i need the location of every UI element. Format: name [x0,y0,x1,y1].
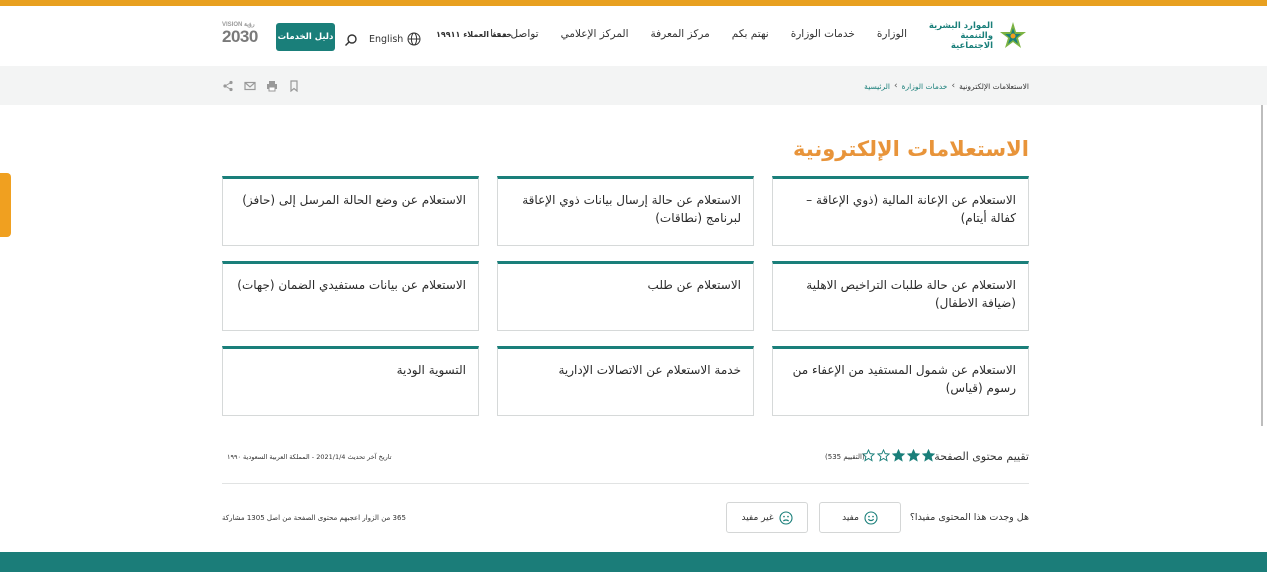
email-icon[interactable] [244,80,256,92]
vision-2030-logo[interactable]: VISION رؤية 2030 [222,21,266,55]
logo-text: الموارد البشرية والتنمية الاجتماعية [928,21,993,51]
helpful-question: هل وجدت هذا المحتوى مفيدا؟ [909,512,1029,523]
services-guide-button[interactable]: دليل الخدمات [276,23,335,51]
service-card[interactable]: الاستعلام عن حالة إرسال بيانات ذوي الإعا… [497,176,754,246]
rating-count: (التقييم 535) [825,453,865,461]
service-card[interactable]: الاستعلام عن الإعانة المالية (ذوي الإعاق… [772,176,1029,246]
breadcrumb: الرئيسية › خدمات الوزارة › الاستعلامات ا… [864,81,1029,91]
breadcrumb-bar: الرئيسية › خدمات الوزارة › الاستعلامات ا… [0,66,1267,105]
nav-care[interactable]: نهتم بكم [732,28,769,44]
ministry-logo[interactable]: الموارد البشرية والتنمية الاجتماعية [925,18,1029,54]
service-card[interactable]: الاستعلام عن وضع الحالة المرسل إلى (حافز… [222,176,479,246]
service-card[interactable]: الاستعلام عن بيانات مستفيدي الضمان (جهات… [222,261,479,331]
service-card[interactable]: الاستعلام عن طلب [497,261,754,331]
logo-mark-icon [1000,22,1026,48]
chevron-left-icon: › [894,81,898,91]
nav-knowledge[interactable]: مركز المعرفة [651,28,710,44]
globe-icon [407,32,421,46]
rating-label: تقييم محتوى الصفحة [934,450,1029,463]
divider [222,483,1029,484]
star-filled-icon[interactable] [907,449,920,462]
customer-service-hotline[interactable]: خدمة العملاء ١٩٩١١ [436,30,512,39]
helpful-button[interactable]: مفيد [819,502,901,533]
not-helpful-label: غير مفيد [741,512,774,523]
not-helpful-button[interactable]: غير مفيد [726,502,808,533]
rating-stars[interactable] [862,449,935,462]
star-filled-icon[interactable] [892,449,905,462]
search-icon[interactable] [344,33,358,47]
visitors-stats: 365 من الزوار اعجبهم محتوى الصفحة من اصل… [222,514,406,522]
service-card[interactable]: الاستعلام عن حالة طلبات التراخيص الاهلية… [772,261,1029,331]
main-nav: الوزارة خدمات الوزارة نهتم بكم مركز المع… [468,28,907,44]
site-header: الموارد البشرية والتنمية الاجتماعية الوز… [0,6,1267,66]
language-label: English [369,33,404,45]
chevron-left-icon: › [951,81,956,91]
service-card[interactable]: التسوية الودية [222,346,479,416]
share-icon[interactable] [222,80,234,92]
smile-icon [864,510,878,525]
breadcrumb-services[interactable]: خدمات الوزارة [902,82,948,91]
language-switch[interactable]: English [369,32,421,46]
vision-year: 2030 [222,27,258,46]
breadcrumb-home[interactable]: الرئيسية [864,82,890,91]
print-icon[interactable] [266,80,278,92]
bookmark-icon[interactable] [288,80,300,92]
star-filled-icon[interactable] [922,449,935,462]
last-updated: تاريخ آخر تحديث 2021/1/4 - المملكة العرب… [227,453,392,461]
nav-services[interactable]: خدمات الوزارة [791,28,855,44]
service-card[interactable]: خدمة الاستعلام عن الاتصالات الإدارية [497,346,754,416]
nav-ministry[interactable]: الوزارة [877,28,907,44]
nav-media[interactable]: المركز الإعلامي [561,28,629,44]
service-card[interactable]: الاستعلام عن شمول المستفيد من الإعفاء من… [772,346,1029,416]
feedback-side-tab[interactable] [0,173,11,237]
helpful-label: مفيد [842,512,859,523]
breadcrumb-current: الاستعلامات الإلكترونية [959,81,1029,91]
star-empty-icon[interactable] [877,449,890,462]
page-title: الاستعلامات الإلكترونية [793,137,1029,161]
footer [0,552,1267,572]
frown-icon [778,510,793,525]
page-tools [222,80,300,92]
